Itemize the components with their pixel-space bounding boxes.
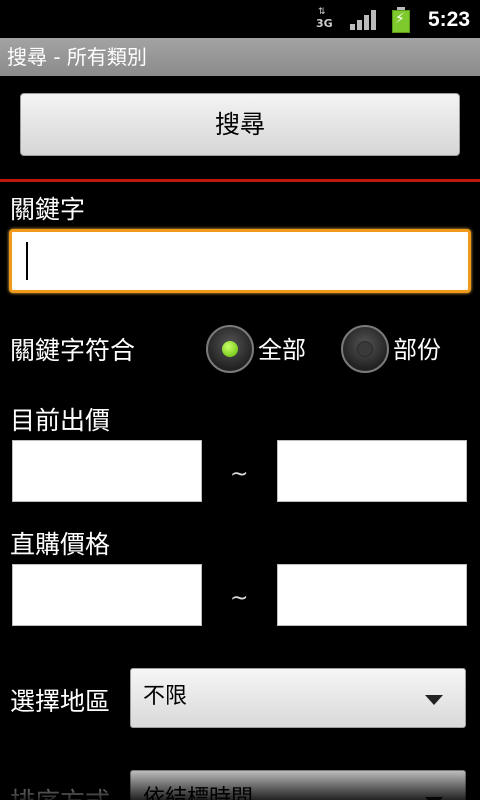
search-button[interactable]: 搜尋 <box>20 93 460 156</box>
buy-now-price-min-input[interactable] <box>12 564 202 626</box>
keyword-match-label: 關鍵字符合 <box>10 336 136 365</box>
data-activity-icon: ⇅ <box>318 7 325 17</box>
sort-dropdown[interactable]: 依結標時間 <box>130 770 466 800</box>
radio-selected-indicator <box>222 341 238 357</box>
radio-match-all-label[interactable]: 全部 <box>258 334 306 366</box>
signal-strength-icon <box>350 10 376 30</box>
radio-match-partial-label[interactable]: 部份 <box>393 334 441 366</box>
text-cursor <box>26 242 28 280</box>
sort-label: 排序方式 <box>10 786 110 800</box>
page-title: 搜尋 - 所有類別 <box>7 45 147 69</box>
dropdown-arrow-icon <box>425 695 443 705</box>
keyword-label: 關鍵字 <box>10 195 86 224</box>
status-bar: ⇅ 3G ⚡ 5:23 <box>0 0 480 38</box>
region-label: 選擇地區 <box>10 687 111 716</box>
section-divider <box>0 179 480 182</box>
region-dropdown[interactable]: 不限 <box>130 668 466 728</box>
network-3g-icon: ⇅ 3G <box>316 8 336 32</box>
title-bar: 搜尋 - 所有類別 <box>0 38 480 76</box>
network-type-label: 3G <box>316 17 333 30</box>
radio-match-all[interactable] <box>206 325 254 373</box>
current-bid-max-input[interactable] <box>277 440 467 502</box>
radio-unselected-indicator <box>357 341 373 357</box>
buy-now-price-max-input[interactable] <box>277 564 467 626</box>
sort-selected-value: 依結標時間 <box>143 786 254 800</box>
region-selected-value: 不限 <box>143 684 188 709</box>
battery-charging-icon: ⚡ <box>392 7 410 33</box>
radio-match-partial[interactable] <box>341 325 389 373</box>
buy-now-price-label: 直購價格 <box>10 530 111 559</box>
buy-now-price-range-separator: ~ <box>230 586 249 611</box>
current-bid-label: 目前出價 <box>10 406 111 435</box>
keyword-input[interactable] <box>9 229 471 293</box>
current-bid-min-input[interactable] <box>12 440 202 502</box>
screen: ⇅ 3G ⚡ 5:23 搜尋 - 所有類別 搜尋 關鍵字 關鍵字符合 全部 部份 <box>0 0 480 800</box>
current-bid-range-separator: ~ <box>230 462 249 487</box>
clock: 5:23 <box>428 8 471 31</box>
